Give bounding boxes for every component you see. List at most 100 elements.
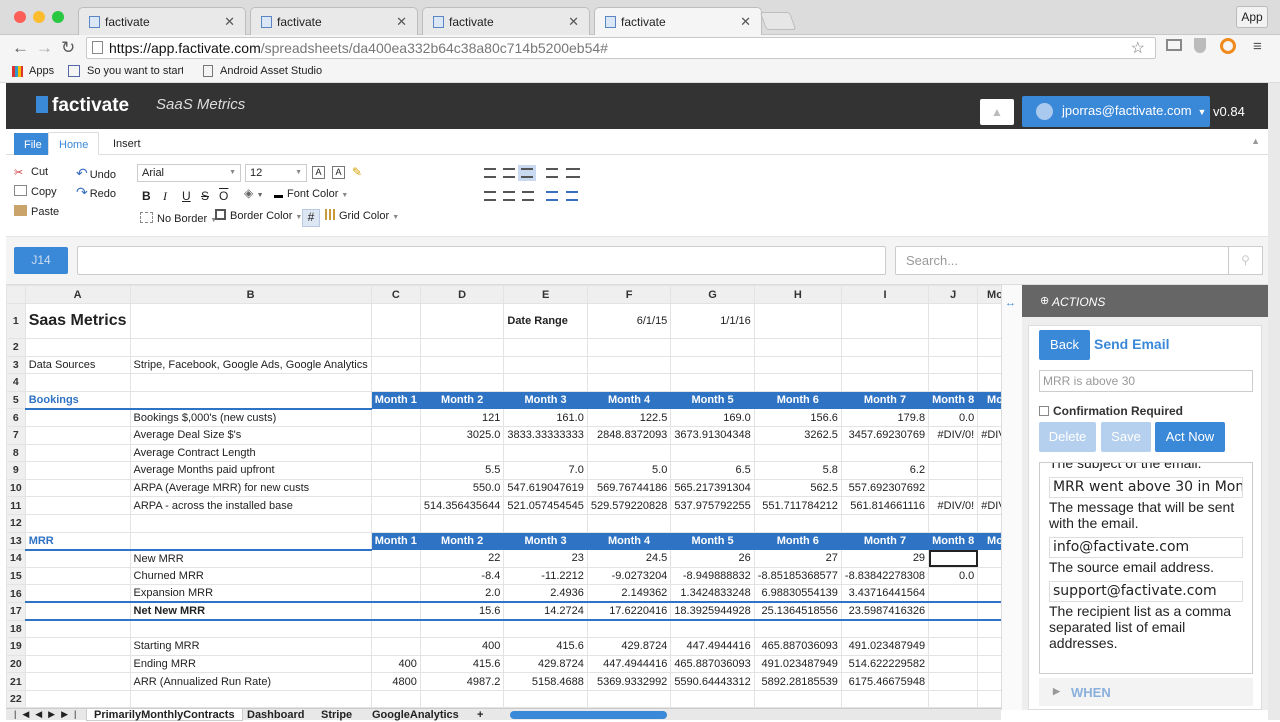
cell[interactable]: 3262.5 bbox=[753, 425, 842, 445]
cell[interactable] bbox=[24, 654, 131, 674]
search-input[interactable]: Search... bbox=[895, 246, 1229, 275]
cell[interactable]: 565.217391304 bbox=[670, 478, 755, 498]
cell[interactable] bbox=[24, 689, 131, 709]
forward-arrow-icon[interactable]: → bbox=[36, 38, 53, 58]
from-email-input[interactable]: info@factivate.com bbox=[1049, 537, 1243, 558]
act-now-button[interactable]: Act Now bbox=[1155, 422, 1225, 452]
cell[interactable]: 4987.2 bbox=[419, 672, 505, 691]
cell[interactable]: 465.887036093 bbox=[753, 637, 842, 656]
recipient-input[interactable]: support@factivate.com bbox=[1049, 581, 1243, 602]
cell[interactable]: -9.0273204 bbox=[586, 566, 672, 586]
close-window-icon[interactable] bbox=[14, 11, 26, 23]
cell[interactable] bbox=[840, 303, 930, 339]
cell[interactable] bbox=[24, 496, 131, 515]
spreadsheet-grid[interactable]: ABCDEFGHIJMo1Saas MetricsDate Range6/1/1… bbox=[6, 285, 1001, 710]
border-style-button[interactable]: No Border ▼ bbox=[140, 212, 217, 225]
cell[interactable] bbox=[977, 584, 1001, 603]
message-input[interactable]: MRR went above 30 in Month bbox=[1049, 477, 1243, 498]
cell[interactable] bbox=[24, 513, 131, 533]
cell[interactable]: 569.76744186 bbox=[586, 478, 672, 498]
cell[interactable] bbox=[503, 373, 588, 392]
user-menu-button[interactable]: jporras@factivate.com ▼ bbox=[1022, 96, 1210, 127]
cell[interactable] bbox=[370, 513, 421, 533]
strikethrough-icon[interactable]: S bbox=[201, 189, 209, 203]
cell[interactable] bbox=[840, 355, 930, 375]
indent-decrease-icon[interactable] bbox=[546, 191, 558, 201]
cell[interactable]: Month 7 bbox=[840, 531, 930, 551]
cell[interactable] bbox=[670, 338, 755, 357]
align-right-icon[interactable] bbox=[522, 191, 534, 201]
browser-tab-4[interactable]: factivate ✕ bbox=[594, 7, 762, 35]
cell[interactable]: -8.83842278308 bbox=[840, 566, 930, 586]
cell[interactable]: 161.0 bbox=[503, 408, 588, 427]
cell[interactable]: 122.5 bbox=[586, 408, 672, 427]
cell[interactable] bbox=[753, 513, 842, 533]
column-header[interactable]: F bbox=[586, 285, 672, 304]
cell[interactable] bbox=[24, 566, 131, 586]
sheet-tab-stripe[interactable]: Stripe bbox=[314, 709, 359, 721]
column-header[interactable]: A bbox=[24, 285, 131, 304]
cell[interactable] bbox=[753, 355, 842, 375]
row-number[interactable]: 5 bbox=[6, 390, 26, 410]
decrease-font-icon[interactable]: A bbox=[332, 166, 345, 179]
cell[interactable]: Average Contract Length bbox=[129, 443, 372, 463]
cell[interactable]: 121 bbox=[419, 408, 505, 427]
cell[interactable]: Month 5 bbox=[670, 531, 755, 551]
cell[interactable]: 5.5 bbox=[419, 461, 505, 480]
row-number[interactable]: 4 bbox=[6, 373, 26, 392]
cell[interactable]: #DIV/ bbox=[977, 425, 1001, 445]
collapse-ribbon-icon[interactable]: ▲ bbox=[1251, 136, 1260, 146]
row-number[interactable]: 9 bbox=[6, 461, 26, 480]
selected-cell[interactable] bbox=[928, 549, 979, 568]
cell[interactable]: 3.43716441564 bbox=[840, 584, 930, 603]
font-size-select[interactable]: 12 ▼ bbox=[245, 164, 307, 182]
cell[interactable] bbox=[129, 689, 372, 709]
cell[interactable] bbox=[977, 601, 1001, 621]
address-bar[interactable]: https://app.factivate.com/spreadsheets/d… bbox=[86, 37, 1156, 59]
cell[interactable] bbox=[586, 443, 672, 463]
cell[interactable]: Month 3 bbox=[503, 531, 588, 551]
cell[interactable]: 400 bbox=[419, 637, 505, 656]
tab-insert[interactable]: Insert bbox=[103, 132, 151, 155]
cell[interactable]: 7.0 bbox=[503, 461, 588, 480]
cell[interactable]: 1/1/16 bbox=[670, 303, 755, 339]
cell[interactable]: #DIV/0! bbox=[928, 425, 979, 445]
cell[interactable]: 5892.28185539 bbox=[753, 672, 842, 691]
cell[interactable]: #DIV/ bbox=[977, 496, 1001, 515]
cell[interactable]: 6.98830554139 bbox=[753, 584, 842, 603]
cell[interactable] bbox=[670, 443, 755, 463]
cell[interactable] bbox=[977, 478, 1001, 498]
clear-format-icon[interactable]: ✎ bbox=[352, 165, 362, 179]
column-header[interactable]: E bbox=[503, 285, 588, 304]
add-sheet-button[interactable]: + bbox=[470, 709, 490, 721]
row-number[interactable]: 18 bbox=[6, 619, 26, 639]
column-header[interactable]: C bbox=[370, 285, 421, 304]
shield-icon[interactable] bbox=[1194, 38, 1206, 53]
corner-cell[interactable] bbox=[6, 285, 26, 304]
cell[interactable]: ARR (Annualized Run Rate) bbox=[129, 672, 372, 691]
actions-header[interactable]: ⊕ ACTIONS bbox=[1022, 285, 1268, 317]
cell[interactable]: ARPA - across the installed base bbox=[129, 496, 372, 515]
cell[interactable] bbox=[370, 478, 421, 498]
cell[interactable] bbox=[419, 619, 505, 639]
cell[interactable]: 2.0 bbox=[419, 584, 505, 603]
condition-input[interactable]: MRR is above 30 bbox=[1039, 370, 1253, 392]
cell[interactable] bbox=[129, 338, 372, 357]
cell[interactable] bbox=[840, 689, 930, 709]
maximize-window-icon[interactable] bbox=[52, 11, 64, 23]
document-title[interactable]: SaaS Metrics bbox=[156, 96, 245, 113]
cell[interactable] bbox=[370, 338, 421, 357]
cell[interactable]: ARPA (Average MRR) for new custs bbox=[129, 478, 372, 498]
browser-tab-2[interactable]: factivate ✕ bbox=[250, 7, 418, 35]
cell[interactable]: 447.4944416 bbox=[670, 637, 755, 656]
sheet-tab-google-analytics[interactable]: GoogleAnalytics bbox=[365, 709, 466, 721]
cell[interactable]: 15.6 bbox=[419, 601, 505, 621]
cell[interactable] bbox=[753, 338, 842, 357]
cell[interactable]: 561.814661116 bbox=[840, 496, 930, 515]
row-number[interactable]: 6 bbox=[6, 408, 26, 427]
cell[interactable] bbox=[670, 689, 755, 709]
cell[interactable] bbox=[928, 672, 979, 691]
cell[interactable]: 179.8 bbox=[840, 408, 930, 427]
cell[interactable]: 2.4936 bbox=[503, 584, 588, 603]
cell[interactable]: Month 1 bbox=[370, 531, 421, 551]
